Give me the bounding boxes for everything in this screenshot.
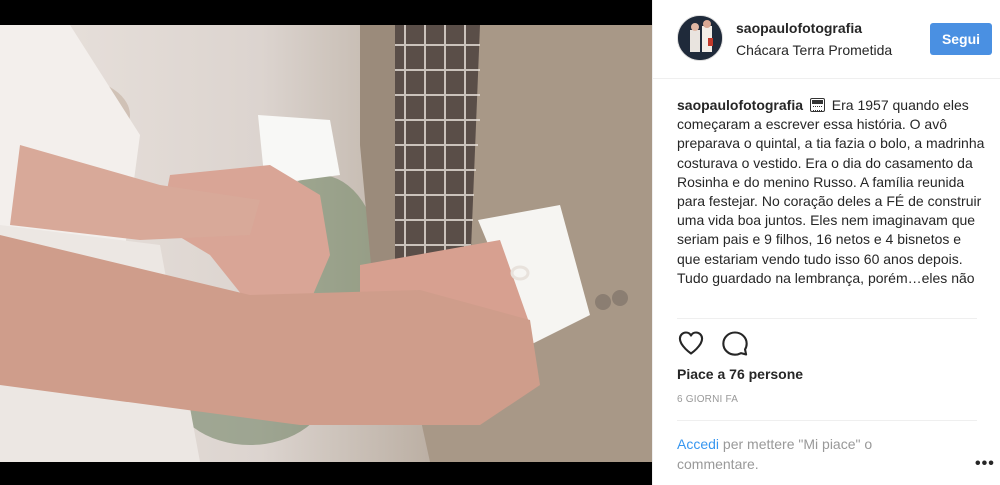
divider bbox=[677, 420, 977, 421]
post-username[interactable]: saopaulofotografia bbox=[736, 20, 862, 36]
post-date[interactable]: 6 GIORNI FA bbox=[677, 394, 738, 405]
more-options-button[interactable]: ••• bbox=[975, 455, 995, 473]
login-link[interactable]: Accedi bbox=[677, 436, 719, 452]
post-caption: saopaulofotografia Era 1957 quando eles … bbox=[677, 96, 987, 316]
post-side-panel: saopaulofotografia Chácara Terra Prometi… bbox=[652, 0, 1000, 485]
avatar-image bbox=[678, 16, 722, 60]
post-location[interactable]: Chácara Terra Prometida bbox=[736, 42, 892, 58]
caption-username[interactable]: saopaulofotografia bbox=[677, 97, 803, 113]
caption-text: Era 1957 quando eles começaram a escreve… bbox=[677, 97, 985, 286]
follow-button[interactable]: Segui bbox=[930, 23, 992, 55]
post-header: saopaulofotografia Chácara Terra Prometi… bbox=[653, 0, 1000, 79]
calendar-emoji-icon bbox=[809, 98, 825, 112]
post-photo[interactable] bbox=[0, 0, 652, 485]
likes-count[interactable]: Piace a 76 persone bbox=[677, 366, 803, 382]
divider bbox=[677, 318, 977, 319]
login-prompt: Accedi per mettere "Mi piace" o commenta… bbox=[677, 434, 907, 474]
photo-illustration bbox=[0, 25, 652, 462]
heart-outline-icon[interactable] bbox=[677, 329, 707, 359]
avatar[interactable] bbox=[677, 15, 723, 61]
photo-image bbox=[0, 25, 652, 462]
speech-bubble-icon[interactable] bbox=[721, 329, 751, 359]
